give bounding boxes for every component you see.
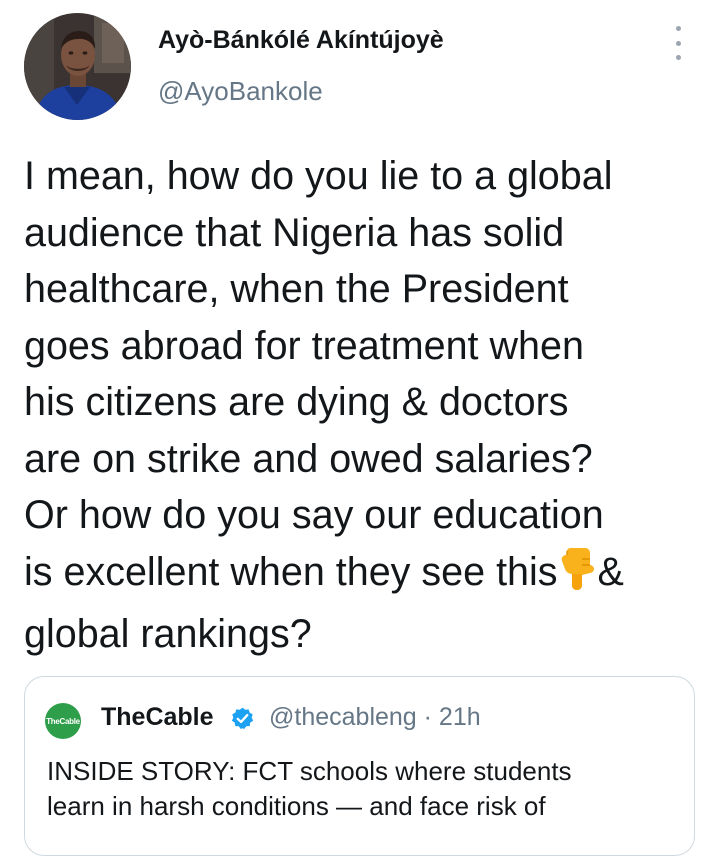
tweet-text: I mean, how do you lie to a global audie… bbox=[24, 148, 714, 663]
quoted-tweet-card[interactable]: TheCable TheCable @thecableng · 21h INSI… bbox=[24, 676, 695, 856]
quoted-line: learn in harsh conditions — and face ris… bbox=[47, 791, 546, 821]
tweet-line: his citizens are dying & doctors bbox=[24, 380, 569, 424]
author-handle[interactable]: @AyoBankole bbox=[158, 76, 323, 107]
more-options-icon[interactable] bbox=[666, 26, 690, 60]
quoted-handle-time[interactable]: @thecableng · 21h bbox=[269, 703, 481, 732]
tweet-line: Or how do you say our education bbox=[24, 493, 604, 537]
tweet-line: audience that Nigeria has solid bbox=[24, 210, 565, 255]
author-avatar[interactable] bbox=[24, 13, 131, 120]
tweet-line-with-emoji: is excellent when they see this & bbox=[24, 544, 714, 607]
avatar-photo bbox=[24, 13, 131, 120]
more-dot bbox=[675, 26, 681, 31]
tweet-line: I mean, how do you lie to a global bbox=[24, 154, 613, 198]
tweet-line: is excellent when they see this bbox=[24, 549, 558, 594]
verified-badge-icon bbox=[230, 706, 255, 736]
more-dot bbox=[675, 55, 681, 60]
more-dot bbox=[675, 40, 681, 46]
tweet-line: healthcare, when the President bbox=[24, 267, 569, 311]
backhand-index-pointing-down-icon bbox=[558, 547, 596, 607]
tweet-line: are on strike and owed salaries? bbox=[24, 436, 593, 481]
quoted-line: INSIDE STORY: FCT schools where students bbox=[47, 756, 572, 786]
quoted-display-name[interactable]: TheCable bbox=[101, 703, 214, 732]
tweet-line: global rankings? bbox=[24, 612, 312, 656]
quoted-tweet-text: INSIDE STORY: FCT schools where students… bbox=[47, 754, 687, 824]
tweet-line: & bbox=[597, 549, 624, 594]
thecable-logo[interactable]: TheCable bbox=[45, 703, 81, 739]
tweet-line: goes abroad for treatment when bbox=[24, 323, 584, 368]
tweet: Ayò-Bánkólé Akíntújoyè @AyoBankole I mea… bbox=[0, 0, 720, 856]
author-display-name[interactable]: Ayò-Bánkólé Akíntújoyè bbox=[158, 26, 444, 55]
